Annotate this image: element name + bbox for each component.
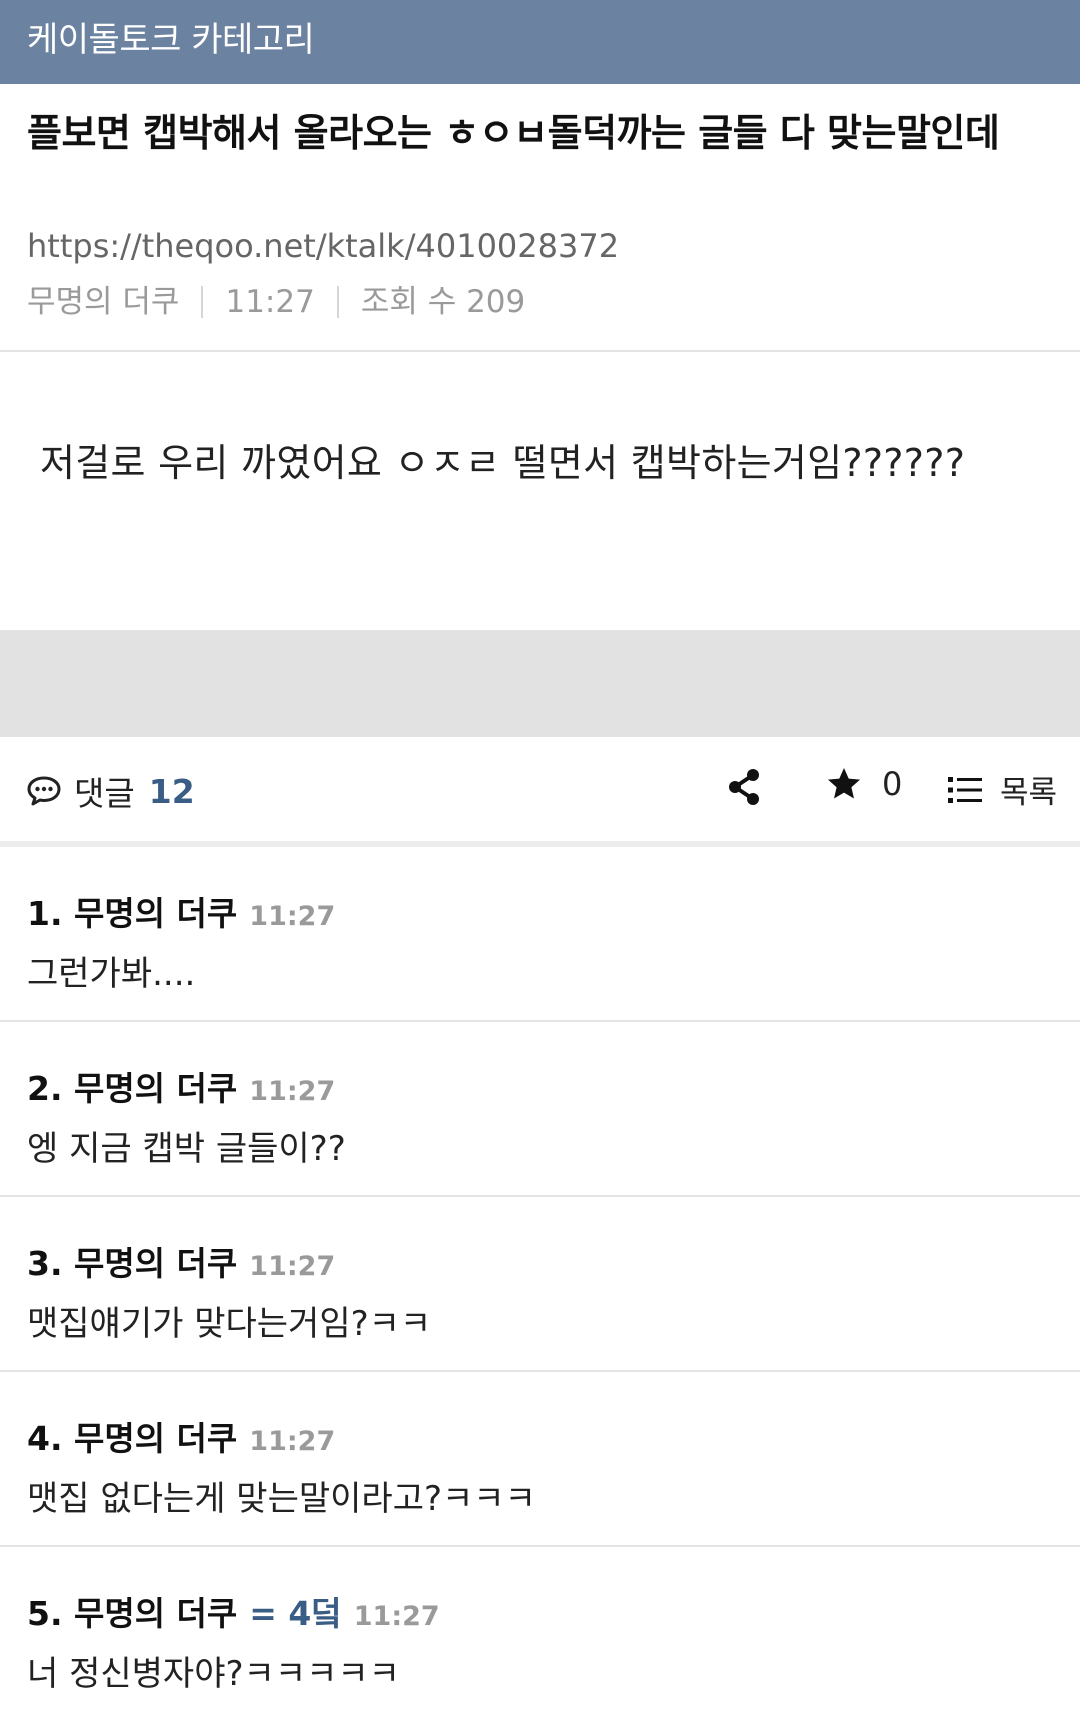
list-icon [948, 776, 982, 803]
comment-text: 맷집 없다는게 맞는말이라고?ㅋㅋㅋ [27, 1479, 536, 1519]
comment-text: 맷집얘기가 맞다는거임?ㅋㅋ [27, 1304, 432, 1344]
comments-label: 댓글 [74, 774, 135, 813]
comments-count-button[interactable]: 댓글 12 [26, 767, 195, 815]
ad-placeholder [0, 630, 1080, 737]
comment-time: 11:27 [353, 1601, 440, 1632]
comment-text: 너 정신병자야?ㅋㅋㅋㅋㅋ [27, 1654, 400, 1694]
comment-author[interactable]: 2. 무명의 더쿠 [27, 1062, 237, 1110]
list-button[interactable]: 목록 [948, 767, 1057, 812]
comment-text: 엥 지금 캡박 글들이?? [27, 1129, 346, 1169]
divider [0, 350, 1080, 352]
comment-author[interactable]: 3. 무명의 더쿠 [27, 1237, 237, 1285]
comment-item: 4. 무명의 더쿠 11:27 맷집 없다는게 맞는말이라고?ㅋㅋㅋ [0, 1372, 1080, 1547]
comment-time: 11:27 [249, 1426, 336, 1457]
comment-item: 2. 무명의 더쿠 11:27 엥 지금 캡박 글들이?? [0, 1022, 1080, 1197]
comment-reply-tag[interactable]: = 4덬 [249, 1587, 341, 1635]
comment-author[interactable]: 4. 무명의 더쿠 [27, 1412, 237, 1460]
meta-divider [336, 286, 339, 318]
comment-item: 1. 무명의 더쿠 11:27 그런가봐.... [0, 847, 1080, 1022]
list-label: 목록 [1000, 775, 1058, 811]
action-bar: 댓글 12 0 목록 [0, 737, 1080, 841]
share-icon[interactable] [726, 767, 762, 807]
comment-author[interactable]: 5. 무명의 더쿠 [27, 1587, 237, 1635]
post-author: 무명의 더쿠 [27, 284, 180, 320]
star-count: 0 [882, 765, 903, 803]
comment-text: 그런가봐.... [27, 954, 196, 994]
post-meta: 무명의 더쿠 11:27 조회 수 209 [27, 280, 525, 324]
post-time: 11:27 [225, 284, 315, 320]
comment-icon [27, 776, 61, 806]
comment-time: 11:27 [249, 1076, 336, 1107]
star-icon [828, 768, 860, 799]
comment-header: 3. 무명의 더쿠 11:27 [27, 1237, 335, 1285]
comment-header: 5. 무명의 더쿠 = 4덬 11:27 [27, 1587, 440, 1635]
post-body: 저걸로 우리 까였어요 ㅇㅈㄹ 떨면서 캡박하는거임?????? [40, 441, 966, 485]
comment-header: 2. 무명의 더쿠 11:27 [27, 1062, 335, 1110]
comment-item: 3. 무명의 더쿠 11:27 맷집얘기가 맞다는거임?ㅋㅋ [0, 1197, 1080, 1372]
comment-header: 4. 무명의 더쿠 11:27 [27, 1412, 335, 1460]
category-title[interactable]: 케이돌토크 카테고리 [27, 0, 315, 80]
comment-time: 11:27 [249, 1251, 336, 1282]
post-views: 조회 수 209 [360, 284, 526, 320]
post-title: 플보면 캡박해서 올라오는 ㅎㅇㅂ돌덕까는 글들 다 맞는말인데 [27, 111, 1000, 155]
comment-header: 1. 무명의 더쿠 11:27 [27, 887, 335, 935]
comment-author[interactable]: 1. 무명의 더쿠 [27, 887, 237, 935]
category-header[interactable]: 케이돌토크 카테고리 [0, 0, 1080, 84]
comment-time: 11:27 [249, 901, 336, 932]
post-url[interactable]: https://theqoo.net/ktalk/4010028372 [27, 224, 619, 268]
meta-divider [201, 286, 204, 318]
comment-item: 5. 무명의 더쿠 = 4덬 11:27 너 정신병자야?ㅋㅋㅋㅋㅋ [0, 1547, 1080, 1710]
star-button[interactable]: 0 [826, 765, 902, 803]
comments-count: 12 [148, 771, 195, 811]
